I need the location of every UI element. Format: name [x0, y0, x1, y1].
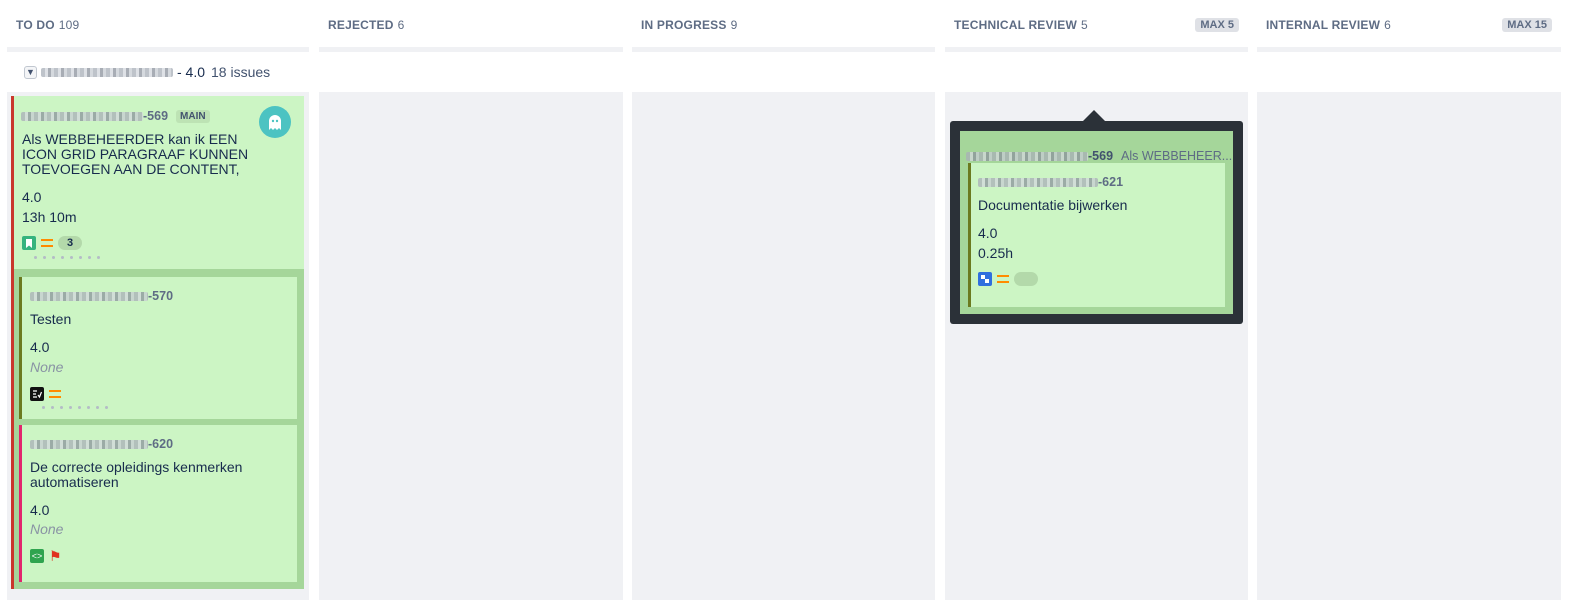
- issue-summary: Testen: [30, 311, 72, 327]
- time-estimate: None: [30, 521, 64, 537]
- swimlane-issue-count: 18 issues: [211, 64, 271, 80]
- code-icon: <>: [30, 549, 44, 563]
- estimate-dots: [42, 406, 108, 409]
- issue-card-main[interactable]: -569 MAIN Als WEBBEHEERDER kan ik EEN IC…: [11, 96, 304, 269]
- issue-card-subtask[interactable]: -620 De correcte opleidings kenmerken au…: [19, 425, 297, 582]
- parent-issue-title: Als WEBBEHEER...: [1121, 149, 1233, 163]
- subtask-count-badge[interactable]: 3: [58, 236, 82, 250]
- priority-medium-icon: [997, 275, 1009, 283]
- estimate-dots: [34, 256, 100, 259]
- story-icon: [22, 236, 36, 250]
- issue-card-subtask[interactable]: -570 Testen 4.0 None: [19, 277, 297, 419]
- issue-summary: Als WEBBEHEERDER kan ik EEN ICON GRID PA…: [22, 131, 249, 177]
- column-title: TECHNICAL REVIEW: [954, 18, 1077, 32]
- column-count: 5: [1080, 18, 1088, 32]
- column-count: 109: [58, 18, 80, 32]
- popup-parent-header[interactable]: -569 Als WEBBEHEER...: [966, 149, 1232, 163]
- swimlane-header[interactable]: ▼ - 4.0 18 issues: [24, 62, 270, 82]
- redacted-epic-name: [41, 67, 173, 77]
- column-header-todo: TO DO 109: [7, 0, 309, 52]
- subtask-icon: [30, 387, 44, 401]
- ghost-avatar-icon[interactable]: [259, 106, 291, 138]
- issue-key[interactable]: -620: [148, 437, 173, 451]
- priority-medium-icon: [49, 390, 61, 398]
- column-body-rejected: [319, 92, 623, 600]
- empty-badge: [1014, 272, 1038, 286]
- redacted-project-key: [978, 177, 1098, 187]
- flag-icon: ⚑: [49, 548, 62, 564]
- time-estimate: 0.25h: [978, 245, 1014, 261]
- column-body-internal-review: [1257, 92, 1561, 600]
- column-title: REJECTED: [328, 18, 394, 32]
- popup-arrow: [1083, 110, 1105, 121]
- issue-summary: De correcte opleidings kenmerken automat…: [30, 459, 243, 490]
- redacted-project-key: [21, 111, 143, 121]
- column-title: INTERNAL REVIEW: [1266, 18, 1381, 32]
- fix-version: 4.0: [978, 225, 998, 241]
- chevron-down-icon[interactable]: ▼: [24, 65, 37, 79]
- column-header-rejected: REJECTED 6: [319, 0, 623, 52]
- column-header-in-progress: IN PROGRESS 9: [632, 0, 935, 52]
- fix-version: 4.0: [30, 502, 50, 518]
- column-count: 6: [397, 18, 405, 32]
- task-icon: [978, 272, 992, 286]
- column-header-internal-review: INTERNAL REVIEW 6 MAX 15: [1257, 0, 1561, 52]
- issue-key[interactable]: -570: [148, 289, 173, 303]
- column-header-technical-review: TECHNICAL REVIEW 5 MAX 5: [945, 0, 1248, 52]
- redacted-project-key: [30, 291, 148, 301]
- redacted-project-key: [30, 439, 148, 449]
- parent-issue-key[interactable]: -569: [1088, 149, 1113, 163]
- parent-issue-popup: -569 Als WEBBEHEER... -621 Documentatie …: [950, 121, 1243, 324]
- issue-key[interactable]: -621: [1098, 175, 1123, 189]
- column-title: IN PROGRESS: [641, 18, 727, 32]
- fix-version: 4.0: [30, 339, 50, 355]
- issue-card-subtask[interactable]: -621 Documentatie bijwerken 4.0 0.25h: [968, 163, 1225, 307]
- branch-tag: MAIN: [176, 109, 210, 123]
- column-max-badge: MAX 15: [1502, 18, 1552, 32]
- issue-summary: Documentatie bijwerken: [978, 197, 1128, 213]
- column-body-in-progress: [632, 92, 935, 600]
- time-estimate: None: [30, 359, 64, 375]
- issue-key[interactable]: -569: [143, 109, 168, 123]
- fix-version: 4.0: [22, 189, 42, 205]
- swimlane-version: - 4.0: [177, 64, 206, 80]
- ghost-icon: [269, 115, 281, 130]
- column-count: 6: [1384, 18, 1391, 32]
- column-title: TO DO: [16, 18, 55, 32]
- time-estimate: 13h 10m: [22, 209, 77, 225]
- priority-medium-icon: [41, 239, 53, 247]
- redacted-project-key: [966, 151, 1088, 161]
- column-count: 9: [730, 18, 738, 32]
- column-max-badge: MAX 5: [1195, 18, 1239, 32]
